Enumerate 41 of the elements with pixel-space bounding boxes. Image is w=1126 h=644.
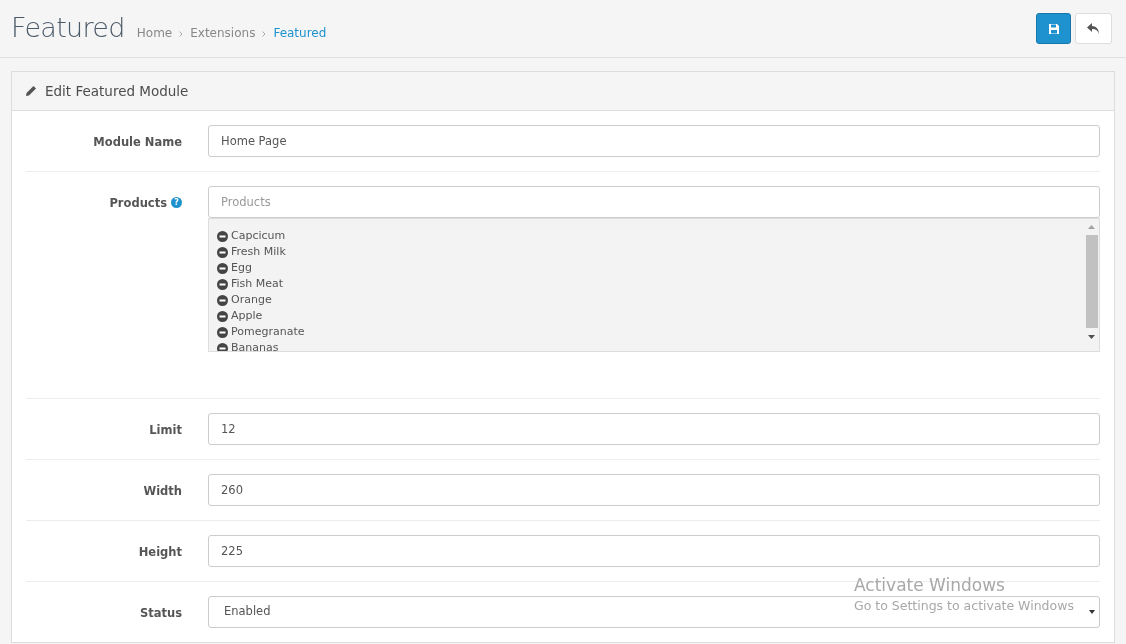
product-item: Capcicum	[231, 227, 286, 244]
product-item: Apple	[231, 307, 263, 324]
field-label: Module Name	[93, 134, 182, 151]
help-icon[interactable]: ?	[171, 197, 182, 208]
text-field[interactable]: 260	[208, 474, 1100, 506]
remove-icon[interactable]	[217, 262, 228, 274]
products-search-field[interactable]: Products	[208, 186, 1100, 218]
pencil-icon	[25, 85, 37, 97]
chevron-icon	[179, 31, 184, 38]
product-item: Bananas	[231, 339, 279, 351]
product-item: Egg	[231, 259, 252, 276]
text-field[interactable]: 12	[208, 413, 1100, 445]
remove-icon[interactable]	[217, 342, 228, 351]
scroll-down-arrow-icon[interactable]	[1088, 335, 1095, 339]
text-field[interactable]: 225	[208, 535, 1100, 567]
select-value: Enabled	[224, 603, 271, 621]
text-field[interactable]: Home Page	[208, 125, 1100, 157]
remove-icon[interactable]	[217, 326, 228, 338]
page-title: Featured	[11, 11, 125, 46]
product-item: Fresh Milk	[231, 243, 286, 260]
panel-title: Edit Featured Module	[45, 81, 189, 101]
field-label: Products	[109, 195, 167, 212]
remove-icon[interactable]	[217, 310, 228, 322]
field-label: Height	[138, 544, 182, 561]
remove-icon[interactable]	[217, 246, 228, 258]
chevron-icon	[262, 31, 267, 38]
field-label: Width	[143, 483, 182, 500]
save-button[interactable]	[1036, 13, 1071, 44]
activation-notice-message: Go to Settings to activate Windows	[854, 597, 1074, 615]
product-item: Orange	[231, 291, 272, 308]
reply-arrow-icon	[1087, 23, 1100, 34]
remove-icon[interactable]	[217, 230, 228, 242]
product-item: Fish Meat	[231, 275, 284, 292]
caret-icon	[1089, 610, 1095, 614]
remove-icon[interactable]	[217, 294, 228, 306]
product-item: Pomegranate	[231, 323, 305, 340]
remove-icon[interactable]	[217, 278, 228, 290]
back-button[interactable]	[1075, 13, 1112, 44]
field-label: Status	[139, 605, 182, 622]
activation-notice-title: Activate Windows	[854, 574, 1006, 596]
field-label: Limit	[149, 422, 182, 439]
